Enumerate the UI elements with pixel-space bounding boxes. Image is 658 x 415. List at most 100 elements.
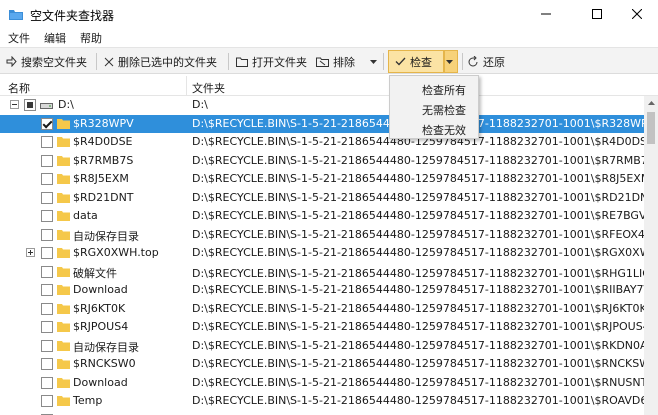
open-folder-button[interactable]: 打开文件夹 [236,48,307,75]
tree-row[interactable]: $RJPOUS4 D:\$RECYCLE.BIN\S-1-5-21-2186544… [0,318,644,336]
folder-icon [57,303,70,314]
row-checkbox[interactable] [41,284,53,296]
row-checkbox[interactable] [41,173,53,185]
undo-icon [468,56,478,67]
tree-row[interactable]: $RNCKSW0 D:\$RECYCLE.BIN\S-1-5-21-2186544… [0,355,644,373]
restore-button[interactable]: 还原 [468,48,505,75]
row-name: 自动保存目录 [73,340,139,354]
row-checkbox[interactable] [41,191,53,204]
tree-row[interactable]: $R7RMB7S D:\$RECYCLE.BIN\S-1-5-21-2186544… [0,152,644,170]
folder-icon [57,285,70,295]
tree-row[interactable]: $R4D0DSE D:\$RECYCLE.BIN\S-1-5-21-2186544… [0,133,644,151]
menu-file[interactable]: 文件 [8,30,30,46]
row-path: D:\$RECYCLE.BIN\S-1-5-21-2186544480-1259… [192,172,644,185]
row-checkbox[interactable] [41,358,53,370]
menu-edit[interactable]: 编辑 [44,30,66,46]
tree-root-row[interactable]: D:\ D:\ [0,96,644,114]
row-path: D:\$RECYCLE.BIN\S-1-5-21-2186544480-1259… [192,375,644,389]
folder-icon [57,248,70,258]
exclude-label: 排除 [333,55,355,69]
toolbar: 搜索空文件夹 删除已选中的文件夹 打开文件夹 排除 检查 还原 [0,47,658,74]
maximize-button[interactable] [574,0,619,28]
check-dropdown-arrow[interactable] [444,50,458,73]
row-name: $RJ6KT0K [73,301,126,315]
row-name: $RGX0XWH.top [73,246,159,259]
folder-icon [57,174,70,184]
tree-row[interactable]: $RJ6KT0K D:\$RECYCLE.BIN\S-1-5-21-2186544… [0,300,644,318]
tree-row[interactable]: $RGX0XWH.top D:\$RECYCLE.BIN\S-1-5-21-218… [0,244,644,262]
row-path: D:\$RECYCLE.BIN\S-1-5-21-2186544480-1259… [192,357,644,370]
folder-icon [57,155,70,166]
row-checkbox[interactable] [41,376,53,389]
minimize-button[interactable] [523,0,568,28]
menu-check-all[interactable]: 检查所有 [390,78,478,98]
minimize-icon [540,13,551,15]
title-bar: 空文件夹查找器 [0,0,658,28]
column-folder-header[interactable]: 文件夹 [192,80,225,96]
row-name: 破解文件 [73,266,117,280]
tree-row[interactable]: Download D:\$RECYCLE.BIN\S-1-5-21-2186544… [0,374,644,392]
row-checkbox[interactable] [41,395,53,407]
delete-selected-button[interactable]: 删除已选中的文件夹 [104,48,217,75]
row-name: Temp [73,394,103,407]
folder-icon [57,211,70,221]
tree-row[interactable]: 破解文件 D:\$RECYCLE.BIN\S-1-5-21-2186544480-… [0,263,644,281]
row-checkbox[interactable] [41,265,53,278]
tree-row[interactable]: $RD21DNT D:\$RECYCLE.BIN\S-1-5-21-2186544… [0,189,644,207]
tree-row[interactable]: $R328WPVD:\$RECYCLE.BIN\S-1-5-21-2186544… [0,114,644,133]
tree-row[interactable]: Temp D:\$RECYCLE.BIN\S-1-5-21-2186544480-… [0,392,644,410]
vertical-scrollbar[interactable] [644,96,658,415]
root-path: D:\ [192,98,208,111]
row-name: $RJPOUS4 [73,320,129,333]
open-label: 打开文件夹 [252,55,307,69]
folder-icon [57,229,70,240]
row-name: $R7RMB7S [73,153,134,167]
row-checkbox[interactable] [41,154,53,167]
row-path: D:\$RECYCLE.BIN\S-1-5-21-2186544480-1259… [192,320,644,333]
row-checkbox[interactable] [41,136,53,148]
tree-row[interactable]: data D:\$RECYCLE.BIN\S-1-5-21-2186544480-… [0,207,644,225]
close-button[interactable] [614,0,658,28]
root-checkbox[interactable] [24,99,36,111]
row-checkbox[interactable] [41,247,53,259]
expand-icon[interactable] [26,248,35,257]
collapse-icon[interactable] [10,100,19,109]
root-name: D:\ [58,98,74,111]
menu-check-invalid[interactable]: 检查无效 [390,118,478,138]
exclude-dropdown-arrow[interactable] [370,48,381,75]
column-name-header[interactable]: 名称 [8,80,30,96]
row-path: D:\$RECYCLE.BIN\S-1-5-21-2186544480-1259… [192,301,644,315]
toolbar-separator [96,53,97,70]
scroll-thumb[interactable] [647,112,655,144]
tree-row[interactable]: 自动保存目录 D:\$RECYCLE.BIN\S-1-5-21-218654448… [0,337,644,355]
tree-row[interactable]: $ROAWJDYD:\$RECYCLE.BIN\S-1-5-21-2186544… [0,411,644,415]
arrow-right-icon [6,56,17,67]
search-empty-folders-button[interactable]: 搜索空文件夹 [6,48,87,75]
column-separator[interactable] [186,76,187,96]
row-checkbox[interactable] [41,302,53,315]
row-checkbox[interactable] [41,228,53,241]
menu-help[interactable]: 帮助 [80,30,102,46]
tree-row[interactable]: 自动保存目录 D:\$RECYCLE.BIN\S-1-5-21-218654448… [0,226,644,244]
folder-exclude-icon [316,57,329,67]
row-checkbox[interactable] [41,210,53,222]
x-icon [104,57,114,66]
row-path: D:\$RECYCLE.BIN\S-1-5-21-2186544480-1259… [192,283,644,296]
row-checkbox[interactable] [41,339,53,352]
scroll-up-button[interactable] [644,96,658,110]
tree-row[interactable]: Download D:\$RECYCLE.BIN\S-1-5-21-2186544… [0,281,644,299]
check-dropdown-menu: 检查所有 无需检查 检查无效 [389,75,479,139]
row-checkbox[interactable] [41,117,53,130]
tree-row[interactable]: $R8J5EXM D:\$RECYCLE.BIN\S-1-5-21-2186544… [0,170,644,188]
check-button[interactable]: 检查 [388,50,444,73]
row-path: D:\$RECYCLE.BIN\S-1-5-21-2186544480-1259… [192,266,644,280]
row-name: $RNCKSW0 [73,357,136,370]
search-label: 搜索空文件夹 [21,55,87,69]
row-checkbox[interactable] [41,321,53,333]
folder-open-icon [236,57,248,67]
exclude-button[interactable]: 排除 [316,48,355,75]
menu-no-check[interactable]: 无需检查 [390,98,478,118]
folder-icon [57,340,70,351]
row-name: 自动保存目录 [73,229,139,243]
delete-label: 删除已选中的文件夹 [118,55,217,69]
